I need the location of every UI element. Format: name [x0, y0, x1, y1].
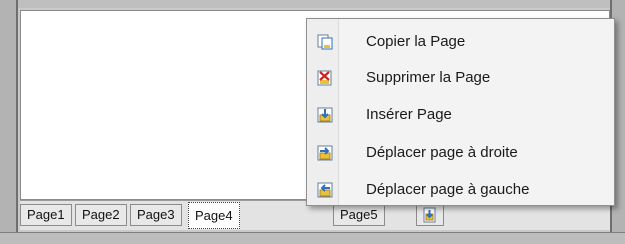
tab-page2[interactable]: Page2 — [75, 204, 127, 226]
context-menu: Copier la Page Supprimer la Page Insérer… — [306, 18, 615, 206]
move-right-icon — [317, 145, 333, 161]
move-left-icon — [317, 182, 333, 198]
top-frame — [0, 0, 625, 8]
left-frame — [0, 0, 18, 244]
page-editor-window: Page1 Page2 Page3 Page4 Page5 Copier la … — [0, 0, 625, 244]
menu-item-delete-page[interactable]: Supprimer la Page — [309, 61, 612, 95]
tab-page5[interactable]: Page5 — [333, 204, 385, 226]
menu-item-move-right[interactable]: Déplacer page à droite — [309, 136, 612, 170]
delete-page-icon — [317, 70, 332, 86]
menu-item-copy-page[interactable]: Copier la Page — [309, 25, 612, 59]
menu-item-label: Supprimer la Page — [366, 69, 491, 86]
tab-page4[interactable]: Page4 — [188, 202, 240, 229]
menu-item-label: Insérer Page — [366, 106, 452, 123]
tab-page1[interactable]: Page1 — [20, 204, 72, 226]
insert-page-icon — [317, 107, 333, 123]
menu-item-label: Déplacer page à gauche — [366, 181, 530, 198]
add-page-icon — [423, 207, 436, 223]
add-page-tab-button[interactable] — [416, 204, 444, 226]
menu-item-label: Déplacer page à droite — [366, 144, 518, 161]
menu-item-label: Copier la Page — [366, 33, 466, 50]
copy-page-icon — [317, 34, 333, 50]
menu-item-insert-page[interactable]: Insérer Page — [309, 98, 612, 132]
menu-item-move-left[interactable]: Déplacer page à gauche — [309, 173, 612, 207]
tab-page3[interactable]: Page3 — [130, 204, 182, 226]
status-bar — [0, 232, 625, 244]
